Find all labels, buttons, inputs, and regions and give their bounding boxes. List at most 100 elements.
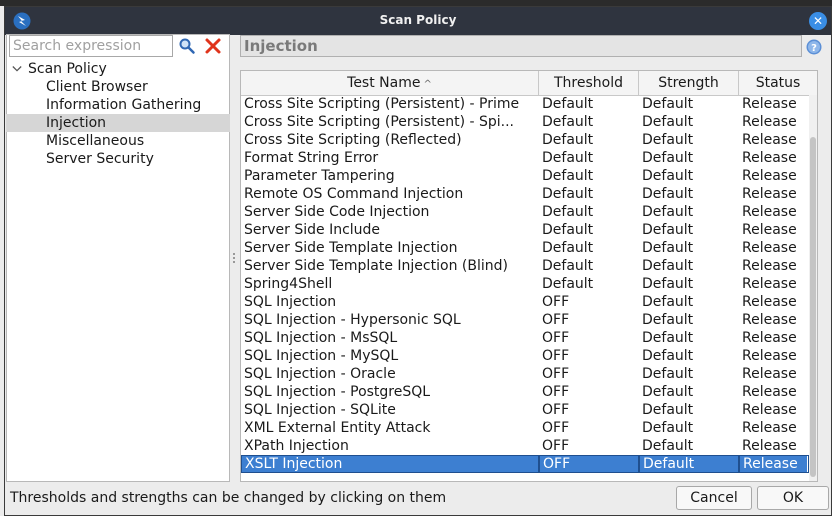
table-row[interactable]: SQL Injection - SQLite OFF Default Release [241,401,807,419]
title-bar[interactable]: Scan Policy ✕ [5,7,831,35]
cell-threshold[interactable]: OFF [539,365,639,383]
tree-item-miscellaneous[interactable]: Miscellaneous [6,132,230,150]
category-header: Injection [240,35,802,57]
cell-strength[interactable]: Default [639,419,739,437]
table-body: Cross Site Scripting (Persistent) - Prim… [241,95,809,473]
cell-threshold[interactable]: OFF [539,419,639,437]
tree-item-client-browser[interactable]: Client Browser [6,78,230,96]
search-icon[interactable] [178,37,196,55]
cell-strength[interactable]: Default [639,311,739,329]
cell-strength[interactable]: Default [639,347,739,365]
cell-strength[interactable]: Default [639,95,739,113]
tree-item-injection[interactable]: Injection [6,114,230,132]
cell-status: Release [742,240,797,256]
cell-threshold[interactable]: OFF [539,311,639,329]
cell-strength[interactable]: Default [639,383,739,401]
help-icon[interactable]: ? [806,39,822,55]
cell-status: Release [742,402,797,418]
scrollbar-thumb[interactable] [810,137,816,477]
column-label: Test Name [347,75,421,91]
cell-strength[interactable]: Default [639,437,739,455]
cell-threshold[interactable]: Default [539,185,639,203]
cell-threshold[interactable]: Default [539,95,639,113]
cell-status: Release [742,330,797,346]
cell-strength[interactable]: Default [639,329,739,347]
tree-item-label: Miscellaneous [46,133,145,149]
cell-strength[interactable]: Default [639,293,739,311]
table-row[interactable]: Remote OS Command Injection Default Defaul… [241,185,807,203]
table-row[interactable]: Cross Site Scripting (Persistent) - Prim… [241,95,807,113]
table-row[interactable]: Server Side Code Injection Default Default… [241,203,807,221]
tree-root-label: Scan Policy [28,61,107,77]
collapse-icon[interactable] [12,64,22,74]
table-row[interactable]: SQL Injection - Hypersonic SQL OFF Default… [241,311,807,329]
panel-splitter[interactable] [232,252,236,268]
cell-threshold[interactable]: OFF [539,293,639,311]
column-header-status[interactable]: Status [739,71,817,95]
table-row[interactable]: SQL Injection - PostgreSQL OFF Default Rele… [241,383,807,401]
cell-threshold[interactable]: Default [539,221,639,239]
cell-strength[interactable]: Default [639,275,739,293]
cell-threshold[interactable]: OFF [539,401,639,419]
table-row[interactable]: Spring4Shell Default Default Release [241,275,807,293]
vertical-scrollbar[interactable] [809,95,817,481]
table-row[interactable]: Server Side Include Default Default Release [241,221,807,239]
cell-threshold[interactable]: Default [539,203,639,221]
cell-test-name: SQL Injection - PostgreSQL [244,384,431,400]
table-row[interactable]: Server Side Template Injection (Blind) De… [241,257,807,275]
table-row[interactable]: SQL Injection - MsSQL OFF Default Release [241,329,807,347]
close-icon[interactable]: ✕ [809,12,827,30]
clear-icon[interactable] [204,37,222,55]
cell-threshold[interactable]: Default [539,257,639,275]
tree-item-server-security[interactable]: Server Security [6,150,230,168]
ok-button[interactable]: OK [757,486,829,510]
cell-strength[interactable]: Default [639,257,739,275]
tree-item-information-gathering[interactable]: Information Gathering [6,96,230,114]
cancel-button[interactable]: Cancel [676,486,752,510]
tree-root-scan-policy[interactable]: Scan Policy [6,60,230,78]
column-header-threshold[interactable]: Threshold [539,71,639,95]
column-header-strength[interactable]: Strength [639,71,739,95]
table-row[interactable]: Server Side Template Injection Default Def… [241,239,807,257]
cell-strength[interactable]: Default [639,455,739,473]
cell-test-name: Spring4Shell [244,276,333,292]
cell-threshold[interactable]: OFF [539,329,639,347]
column-label: Strength [658,75,719,91]
column-header-test-name[interactable]: Test Name ^ [241,71,539,95]
cell-strength[interactable]: Default [639,149,739,167]
search-input[interactable] [13,37,169,55]
cell-test-name: Cross Site Scripting (Reflected) [244,132,462,148]
cell-strength[interactable]: Default [639,365,739,383]
cell-strength[interactable]: Default [639,239,739,257]
cell-threshold[interactable]: OFF [539,455,639,473]
cell-threshold[interactable]: Default [539,275,639,293]
cell-strength[interactable]: Default [639,401,739,419]
cell-strength[interactable]: Default [639,113,739,131]
cell-strength[interactable]: Default [639,203,739,221]
cell-strength[interactable]: Default [639,221,739,239]
cell-test-name: SQL Injection - MySQL [244,348,399,364]
table-row[interactable]: SQL Injection - Oracle OFF Default Release [241,365,807,383]
table-row[interactable]: XSLT Injection OFF Default Release [241,455,809,473]
table-row[interactable]: XPath Injection OFF Default Release [241,437,807,455]
table-row[interactable]: Format String Error Default Default Release [241,149,807,167]
cell-strength[interactable]: Default [639,131,739,149]
cell-threshold[interactable]: Default [539,131,639,149]
cell-threshold[interactable]: Default [539,167,639,185]
table-row[interactable]: Cross Site Scripting (Persistent) - Spi.… [241,113,807,131]
table-row[interactable]: Parameter Tampering Default Default Release [241,167,807,185]
cell-threshold[interactable]: OFF [539,437,639,455]
table-row[interactable]: XML External Entity Attack OFF Default Rele… [241,419,807,437]
cell-status: Release [742,276,797,292]
column-label: Status [755,75,801,91]
cell-threshold[interactable]: Default [539,149,639,167]
cell-strength[interactable]: Default [639,185,739,203]
table-row[interactable]: SQL Injection OFF Default Release [241,293,807,311]
cell-threshold[interactable]: OFF [539,383,639,401]
cell-threshold[interactable]: OFF [539,347,639,365]
table-row[interactable]: Cross Site Scripting (Reflected) Default D… [241,131,807,149]
table-row[interactable]: SQL Injection - MySQL OFF Default Release [241,347,807,365]
cell-threshold[interactable]: Default [539,239,639,257]
cell-threshold[interactable]: Default [539,113,639,131]
cell-strength[interactable]: Default [639,167,739,185]
